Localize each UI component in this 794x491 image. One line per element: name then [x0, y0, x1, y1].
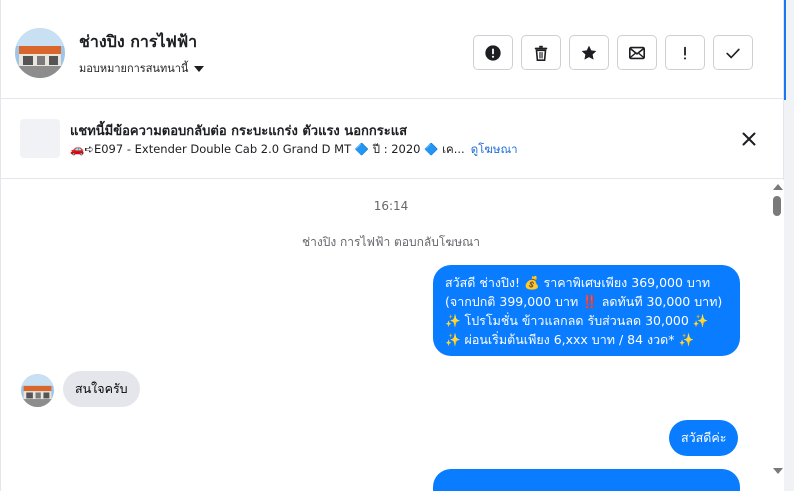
message-line: (จากปกติ 399,000 บาท ‼️ ลดทันที 30,000 บ…	[445, 294, 723, 309]
mark-unread-button[interactable]	[617, 35, 657, 70]
message-line: ✨ ผ่อนเริ่มต้นเพียง 6,xxx บาท / 84 งวด* …	[445, 332, 695, 347]
mark-done-button[interactable]	[713, 35, 753, 70]
conversation-actions	[473, 35, 753, 70]
conversation-header: ช่างปิง การไฟฟ้า มอบหมายการสนทนานี้	[1, 0, 785, 99]
scrollbar[interactable]	[771, 180, 785, 491]
outgoing-message[interactable]	[433, 469, 740, 491]
scroll-up-arrow-icon[interactable]	[773, 184, 783, 190]
ad-reply-banner: แชทนี้มีข้อความตอบกลับต่อ กระบะแกร่ง ตัว…	[1, 99, 785, 179]
outgoing-message[interactable]: สวัสดีค่ะ	[669, 420, 739, 456]
chevron-down-icon	[194, 65, 205, 72]
message-line: สวัสดี ช่างปิง! 💰 ราคาพิเศษเพียง 369,000…	[445, 275, 711, 290]
selection-accent	[784, 0, 794, 100]
envelope-icon	[628, 46, 646, 59]
contact-avatar[interactable]	[15, 28, 65, 78]
follow-up-button[interactable]	[665, 35, 705, 70]
trash-icon	[534, 45, 548, 61]
scroll-down-arrow-icon[interactable]	[773, 468, 783, 474]
incoming-message[interactable]: สนใจครับ	[63, 371, 140, 407]
assign-conversation-dropdown[interactable]: มอบหมายการสนทนานี้	[79, 59, 205, 77]
message-thread: 16:14 ช่างปิง การไฟฟ้า ตอบกลับโฆษณา สวัส…	[1, 180, 771, 491]
view-ad-link[interactable]: ดูโฆษณา	[471, 141, 518, 159]
alert-circle-icon	[485, 44, 501, 61]
exclamation-icon	[683, 46, 687, 59]
star-icon	[581, 45, 597, 60]
spam-button[interactable]	[473, 35, 513, 70]
close-banner-button[interactable]	[739, 129, 759, 149]
message-timestamp: 16:14	[373, 199, 409, 213]
ad-banner-title: แชทนี้มีข้อความตอบกลับต่อ กระบะแกร่ง ตัว…	[70, 124, 408, 139]
contact-name[interactable]: ช่างปิง การไฟฟ้า	[79, 30, 197, 55]
ad-description: 🚗➪E097 - Extender Double Cab 2.0 Grand D…	[70, 142, 465, 156]
adjacent-panel-edge	[784, 0, 794, 491]
check-icon	[726, 48, 740, 58]
star-button[interactable]	[569, 35, 609, 70]
messenger-panel: ช่างปิง การไฟฟ้า มอบหมายการสนทนานี้ แชทน…	[0, 0, 785, 491]
delete-button[interactable]	[521, 35, 561, 70]
close-icon	[742, 132, 756, 146]
scrollbar-thumb[interactable]	[773, 196, 781, 216]
assign-label: มอบหมายการสนทนานี้	[79, 62, 189, 75]
outgoing-message[interactable]: สวัสดี ช่างปิง! 💰 ราคาพิเศษเพียง 369,000…	[433, 265, 740, 356]
message-line: ✨ โปรโมชั่น ข้าวแลกลด รับส่วนลด 30,000 ✨	[445, 313, 709, 328]
ad-banner-subtitle: 🚗➪E097 - Extender Double Cab 2.0 Grand D…	[70, 141, 518, 159]
contact-avatar-small[interactable]	[21, 374, 54, 407]
ad-thumbnail[interactable]	[20, 119, 60, 158]
system-note: ช่างปิง การไฟฟ้า ตอบกลับโฆษณา	[301, 235, 481, 249]
